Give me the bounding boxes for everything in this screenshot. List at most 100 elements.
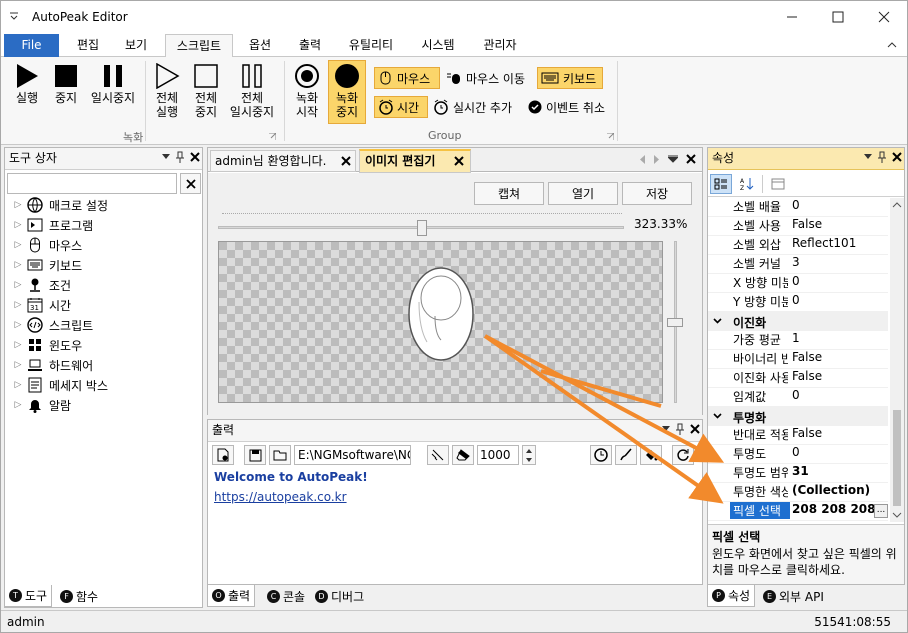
maximize-button[interactable] [815, 1, 861, 33]
property-row[interactable]: Y 방향 미분 0 [708, 293, 888, 312]
run-button[interactable]: 실행 [5, 61, 49, 105]
expand-arrow-icon[interactable]: ▷ [11, 320, 25, 330]
property-category[interactable]: 투명화 [708, 407, 888, 426]
pause-button[interactable]: 일시중지 [85, 61, 141, 105]
property-value[interactable]: False [792, 350, 822, 364]
open-button[interactable]: 열기 [548, 182, 618, 205]
property-row[interactable]: 소벨 배율 0 [708, 198, 888, 217]
output-link[interactable]: https://autopeak.co.kr [214, 490, 347, 504]
tab-console[interactable]: C 콘솔 [263, 585, 309, 607]
expand-arrow-icon[interactable]: ▷ [11, 340, 25, 350]
tab-view[interactable]: 보기 [113, 34, 159, 58]
close-icon[interactable] [190, 152, 200, 162]
close-button[interactable] [861, 1, 907, 33]
tab-edit[interactable]: 편집 [65, 34, 111, 58]
property-pages-button[interactable] [767, 174, 789, 194]
property-value[interactable]: 0 [792, 388, 800, 402]
property-row[interactable]: 가중 평균 1 [708, 331, 888, 350]
sort-az-button[interactable]: AZ [736, 174, 758, 194]
close-icon[interactable] [892, 152, 902, 162]
property-value[interactable]: False [792, 217, 822, 231]
pin-icon[interactable] [877, 151, 887, 163]
property-row[interactable]: 소벨 외삽 Reflect101 [708, 236, 888, 255]
close-tab-icon[interactable] [341, 156, 351, 166]
dropdown-icon[interactable] [864, 154, 872, 160]
tab-welcome[interactable]: admin님 환영합니다. [210, 150, 356, 172]
new-file-button[interactable] [212, 445, 234, 465]
tab-image-editor[interactable]: 이미지 편집기 [359, 149, 471, 173]
vertical-slider[interactable] [667, 241, 683, 403]
tree-item[interactable]: ▷ 스크립트 [11, 315, 201, 335]
tree-item[interactable]: ▷ 마우스 [11, 235, 201, 255]
pause-all-button[interactable]: 전체 일시중지 [225, 61, 279, 119]
scroll-up-icon[interactable] [890, 200, 904, 210]
property-row[interactable]: X 방향 미분 0 [708, 274, 888, 293]
paint-bucket-button[interactable] [640, 445, 662, 465]
property-value[interactable]: 0 [792, 198, 800, 212]
pin-icon[interactable] [675, 423, 685, 435]
collapse-ribbon-icon[interactable] [887, 40, 897, 48]
clock-button[interactable] [590, 445, 612, 465]
collapse-chevron-icon[interactable] [713, 318, 722, 324]
run-all-button[interactable]: 전체 실행 [147, 61, 187, 119]
expand-arrow-icon[interactable]: ▷ [11, 220, 25, 230]
brush-button[interactable] [615, 445, 637, 465]
tab-debug[interactable]: D 디버그 [311, 585, 368, 607]
expand-arrow-icon[interactable]: ▷ [11, 280, 25, 290]
tab-functions[interactable]: F 함수 [56, 585, 102, 607]
tree-item[interactable]: ▷ 31 시간 [11, 295, 201, 315]
mouse-move-toggle[interactable]: 마우스 이동 [443, 67, 528, 89]
keyboard-record-toggle[interactable]: 키보드 [537, 67, 603, 89]
group-dialog-launcher-icon[interactable] [269, 133, 276, 140]
property-value[interactable]: 208 208 208 [792, 502, 876, 516]
expand-arrow-icon[interactable]: ▷ [11, 260, 25, 270]
property-scrollbar[interactable] [890, 198, 904, 522]
toolbox-search-input[interactable] [7, 173, 177, 194]
dropdown-icon[interactable] [662, 426, 670, 432]
zoom-slider[interactable] [218, 220, 624, 236]
time-record-toggle[interactable]: 시간 [374, 96, 428, 118]
capture-button[interactable]: 캡쳐 [474, 182, 544, 205]
property-row[interactable]: 투명도 범위 31 [708, 464, 888, 483]
property-row[interactable]: 이진화 사용 False [708, 369, 888, 388]
property-value[interactable]: 0 [792, 274, 800, 288]
refresh-button[interactable] [672, 445, 694, 465]
tab-output-log[interactable]: O 출력 [207, 585, 256, 607]
tab-external-api[interactable]: E 외부 API [759, 585, 828, 607]
ellipsis-button[interactable]: ... [874, 504, 888, 518]
tree-item[interactable]: ▷ 윈도우 [11, 335, 201, 355]
expand-arrow-icon[interactable]: ▷ [11, 400, 25, 410]
property-row[interactable]: 반대로 적용 False [708, 426, 888, 445]
expand-arrow-icon[interactable]: ▷ [11, 380, 25, 390]
tree-item[interactable]: ▷ 키보드 [11, 255, 201, 275]
tree-item[interactable]: ▷ 매크로 설정 [11, 195, 201, 215]
property-row[interactable]: 소벨 사용 False [708, 217, 888, 236]
spinner-down-icon[interactable] [526, 457, 532, 462]
save-button[interactable]: 저장 [622, 182, 692, 205]
close-tab-icon[interactable] [454, 156, 464, 166]
minimize-button[interactable] [769, 1, 815, 33]
clean-button[interactable] [427, 445, 449, 465]
property-row[interactable]: 투명도 0 [708, 445, 888, 464]
property-value[interactable]: 0 [792, 293, 800, 307]
stop-all-button[interactable]: 전체 중지 [187, 61, 225, 119]
property-value[interactable]: False [792, 369, 822, 383]
property-value[interactable]: 31 [792, 464, 809, 478]
close-icon[interactable] [686, 154, 696, 164]
close-icon[interactable] [690, 424, 700, 434]
scroll-right-icon[interactable] [654, 154, 660, 164]
tree-item[interactable]: ▷ 메세지 박스 [11, 375, 201, 395]
property-row[interactable]: 임계값 0 [708, 388, 888, 407]
tab-utility[interactable]: 유틸리티 [339, 34, 403, 58]
eraser-button[interactable] [452, 445, 474, 465]
tab-script[interactable]: 스크립트 [165, 34, 233, 59]
categorized-view-button[interactable] [710, 173, 732, 194]
event-cancel-button[interactable]: 이벤트 취소 [525, 96, 608, 118]
property-row[interactable]: 픽셀 선택 208 208 208... [708, 502, 888, 521]
vertical-slider-thumb[interactable] [667, 318, 683, 327]
property-value[interactable]: Reflect101 [792, 236, 856, 250]
property-value[interactable]: 3 [792, 255, 800, 269]
property-category[interactable]: 이진화 [708, 312, 888, 331]
realtime-add-button[interactable]: 실시간 추가 [430, 96, 515, 118]
property-value[interactable]: False [792, 426, 822, 440]
